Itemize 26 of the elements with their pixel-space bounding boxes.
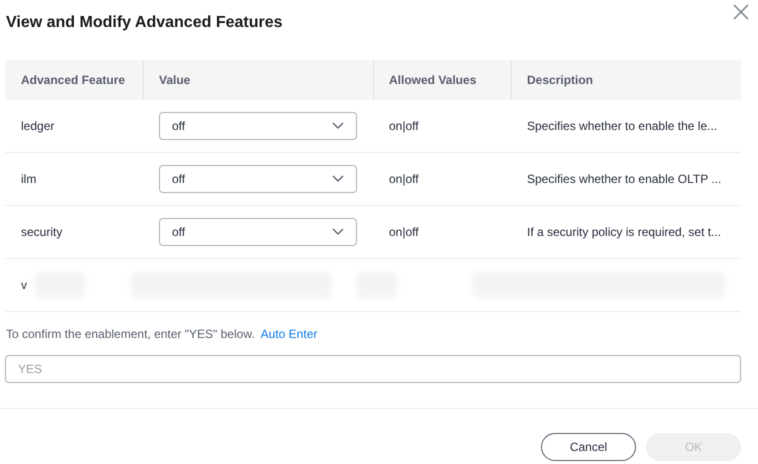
table-cell: v bbox=[21, 278, 27, 292]
chevron-down-icon bbox=[332, 122, 344, 130]
dialog-title: View and Modify Advanced Features bbox=[6, 12, 283, 32]
column-header: Allowed Values bbox=[389, 72, 476, 89]
table-cell: Specifies whether to enable OLTP ... bbox=[527, 172, 722, 186]
value-dropdown[interactable]: off bbox=[159, 218, 357, 246]
table-cell: Specifies whether to enable the le... bbox=[527, 119, 718, 133]
table-cell: on|off bbox=[389, 172, 419, 186]
dialog-button[interactable]: Cancel bbox=[541, 433, 636, 461]
confirm-instruction: To confirm the enablement, enter "YES" below. bbox=[6, 326, 255, 343]
column-header: Advanced Feature bbox=[21, 72, 126, 89]
column-header: Value bbox=[159, 72, 190, 89]
table-cell: security bbox=[21, 225, 62, 239]
chevron-down-icon bbox=[332, 228, 344, 236]
close-icon[interactable] bbox=[732, 3, 750, 21]
table-cell: on|off bbox=[389, 119, 419, 133]
auto-enter-link[interactable]: Auto Enter bbox=[260, 325, 318, 343]
value-dropdown[interactable]: off bbox=[159, 112, 357, 140]
table-cell: ledger bbox=[21, 119, 54, 133]
confirm-input-field[interactable]: YES bbox=[5, 355, 741, 383]
table-cell: ilm bbox=[21, 172, 36, 186]
chevron-down-icon bbox=[332, 175, 344, 183]
column-header: Description bbox=[527, 72, 594, 89]
table-cell: If a security policy is required, set t... bbox=[527, 225, 722, 239]
value-dropdown[interactable]: off bbox=[159, 165, 357, 193]
table-cell: on|off bbox=[389, 225, 419, 239]
